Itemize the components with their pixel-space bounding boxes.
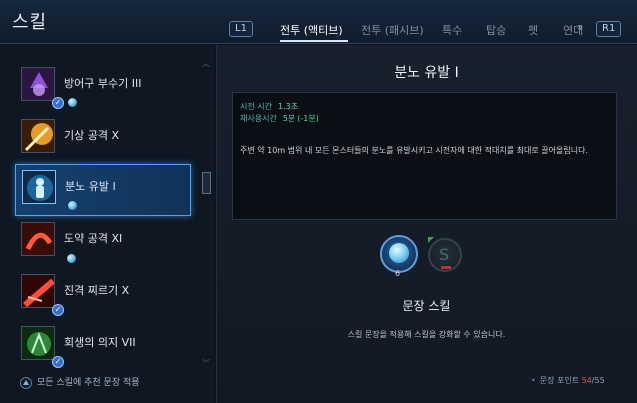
skill-item-armor-break[interactable]: ✓ 방어구 부수기 III (15, 62, 191, 114)
cooldown-row: 재사용시간 5분 (-1분) (240, 113, 319, 124)
skill-name: 도약 공격 XI (64, 232, 123, 245)
apply-recommended-runes-button[interactable]: 모든 스킬에 추천 문장 적용 (20, 375, 140, 389)
cast-time-row: 시전 시간 1.3초 (240, 101, 298, 112)
provoke-icon (22, 170, 56, 204)
scroll-thumb[interactable] (202, 172, 211, 194)
rune-points-max: /55 (591, 376, 605, 385)
active-tab-underline (280, 40, 348, 42)
rune-slot-secondary[interactable]: S (428, 237, 462, 272)
cooldown-reduction: (-1분) (297, 114, 319, 123)
skill-item-provoke[interactable]: 분노 유발 I (15, 164, 191, 216)
skill-name: 기상 공격 X (64, 129, 120, 142)
equipped-check-icon: ✓ (52, 304, 64, 316)
rising-attack-icon (21, 119, 55, 153)
rune-gem-icon (389, 243, 409, 263)
equipped-check-icon: ✓ (52, 97, 64, 109)
skill-name: 진격 찌르기 X (64, 284, 130, 297)
tab-pet[interactable]: 펫 (528, 22, 538, 38)
tab-mount[interactable]: 탑승 (486, 22, 506, 38)
tab-scroll-icon[interactable]: » (577, 22, 583, 33)
skill-item-leap-attack[interactable]: 도약 공격 XI (15, 217, 191, 269)
skill-list-scrollbar[interactable]: ︿ ﹀ (202, 58, 211, 368)
skill-detail-title: 분노 유발 I (394, 65, 459, 81)
cast-time-label: 시전 시간 (240, 102, 272, 111)
rune-skill-description: 스킬 문장을 적용해 스킬을 강화할 수 있습니다. (347, 330, 506, 339)
skill-name: 분노 유발 I (65, 180, 116, 193)
skill-item-charge-thrust[interactable]: ✓ 진격 찌르기 X (15, 269, 191, 321)
rune-symbol-icon: S (439, 245, 450, 264)
rune-count: 6 (395, 269, 401, 278)
triangle-button-icon (20, 376, 32, 389)
rune-skill-title: 문장 스킬 (402, 299, 451, 313)
skill-name: 회생의 의지 VII (64, 336, 136, 349)
rune-gem-icon (68, 201, 77, 210)
tab-passive-combat[interactable]: 전투 (패시브) (361, 22, 424, 38)
top-bar: 스킬 L1 전투 (액티브) 전투 (패시브) 특수 탑승 펫 연대 » R1 (0, 0, 637, 44)
rune-points: • 문장 포인트 54/55 (531, 375, 605, 386)
rune-locked-indicator (441, 266, 451, 269)
cooldown-value: 5분 (282, 114, 296, 123)
next-tab-button[interactable]: R1 (596, 21, 622, 37)
rune-gem-icon (68, 98, 77, 107)
prev-tab-button[interactable]: L1 (229, 21, 253, 37)
scroll-down-icon[interactable]: ﹀ (202, 358, 210, 369)
rune-flag-icon (428, 237, 434, 243)
skill-item-revival-will[interactable]: ✓ 회생의 의지 VII (15, 321, 191, 373)
cast-time-value: 1.3초 (277, 102, 299, 111)
rune-gem-icon (67, 254, 76, 263)
equipped-check-icon: ✓ (52, 356, 64, 368)
armor-break-icon (21, 67, 55, 101)
rune-points-label: 문장 포인트 (539, 376, 580, 385)
bullet-icon: • (531, 376, 536, 385)
apply-recommended-label: 모든 스킬에 추천 문장 적용 (37, 378, 140, 388)
tab-special[interactable]: 특수 (442, 22, 462, 38)
leap-attack-icon (21, 222, 55, 256)
scroll-up-icon[interactable]: ︿ (202, 58, 210, 69)
skill-item-rising-attack[interactable]: 기상 공격 X (15, 114, 191, 166)
charge-thrust-icon (21, 274, 55, 308)
rune-points-current: 54 (581, 376, 592, 385)
cooldown-label: 재사용시간 (240, 114, 277, 123)
skill-name: 방어구 부수기 III (64, 77, 142, 90)
tab-active-combat[interactable]: 전투 (액티브) (280, 22, 343, 38)
revival-will-icon (21, 326, 55, 360)
page-title: 스킬 (12, 12, 48, 33)
rune-slot-primary[interactable] (380, 235, 418, 273)
skill-description: 주변 약 10m 범위 내 모든 몬스터들의 분노를 유발시키고 시전자에 대한… (240, 146, 588, 155)
